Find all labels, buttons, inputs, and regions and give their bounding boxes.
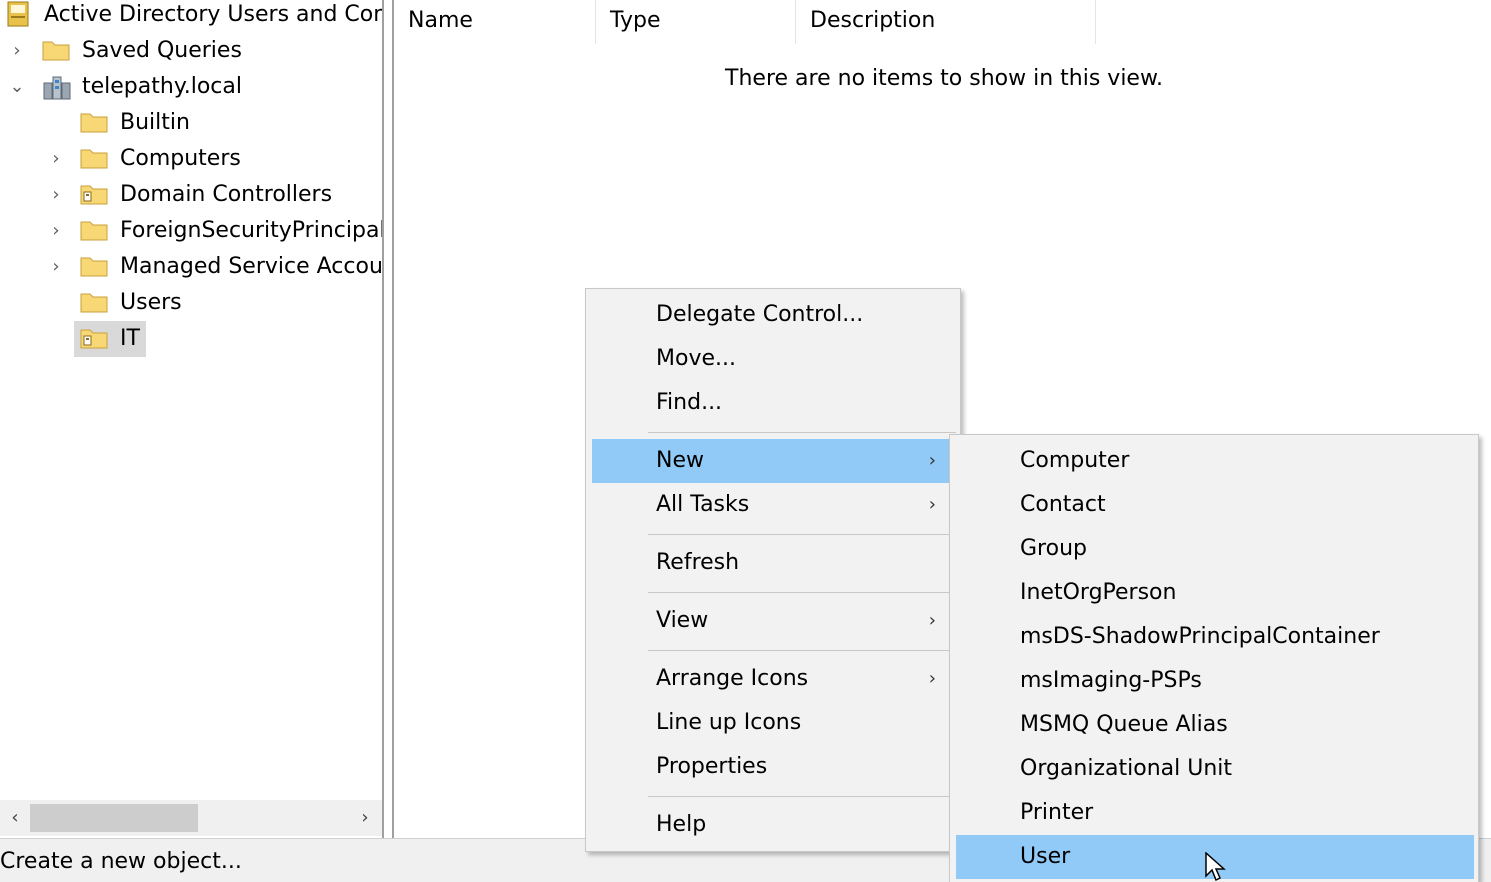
tree-item-users[interactable]: Users xyxy=(0,285,382,321)
tree-item-label: Managed Service Accour xyxy=(120,254,384,279)
submenu-item-msmq-queue-alias[interactable]: MSMQ Queue Alias xyxy=(950,703,1478,747)
menu-item-label: Properties xyxy=(656,754,768,779)
menu-separator xyxy=(648,432,956,433)
menu-item-properties[interactable]: Properties xyxy=(586,745,960,789)
menu-item-label: Group xyxy=(1020,536,1087,561)
tree-item-builtin[interactable]: Builtin xyxy=(0,105,382,141)
tree-item-foreign-security-principals[interactable]: › ForeignSecurityPrincipals xyxy=(0,213,382,249)
folder-icon xyxy=(80,293,108,313)
chevron-right-icon[interactable]: › xyxy=(45,249,67,285)
folder-icon xyxy=(80,113,108,133)
tree-root[interactable]: Active Directory Users and Com xyxy=(0,0,382,33)
ou-folder-icon xyxy=(80,185,108,205)
tree-item-label: ForeignSecurityPrincipals xyxy=(120,218,384,243)
menu-item-label: InetOrgPerson xyxy=(1020,580,1177,605)
column-header-description[interactable]: Description xyxy=(796,0,1096,44)
domain-icon xyxy=(43,76,71,100)
menu-item-arrange-icons[interactable]: Arrange Icons › xyxy=(592,657,950,701)
ou-folder-icon xyxy=(80,329,108,349)
submenu-item-msimaging-psps[interactable]: msImaging-PSPs xyxy=(950,659,1478,703)
tree-item-managed-service-accounts[interactable]: › Managed Service Accour xyxy=(0,249,382,285)
folder-icon xyxy=(80,149,108,169)
menu-item-label: User xyxy=(1020,844,1071,869)
menu-item-label: Delegate Control... xyxy=(656,302,864,327)
submenu-item-group[interactable]: Group xyxy=(950,527,1478,571)
tree-item-it[interactable]: IT xyxy=(0,321,382,357)
tree-item-saved-queries[interactable]: › Saved Queries xyxy=(0,33,382,69)
column-header-name[interactable]: Name xyxy=(394,0,596,44)
tree-item-label: telepathy.local xyxy=(82,74,242,99)
tree-item-label: IT xyxy=(120,326,140,351)
menu-item-label: Line up Icons xyxy=(656,710,802,735)
chevron-right-icon[interactable]: › xyxy=(45,141,67,177)
submenu-arrow-icon: › xyxy=(928,668,936,689)
menu-item-label: Arrange Icons xyxy=(656,666,809,691)
menu-item-label: Find... xyxy=(656,390,723,415)
menu-item-move[interactable]: Move... xyxy=(586,337,960,381)
tree-root-label: Active Directory Users and Com xyxy=(44,2,384,27)
menu-item-label: View xyxy=(656,608,709,633)
tree-horizontal-scrollbar[interactable]: ‹ › xyxy=(0,800,382,836)
submenu-item-computer[interactable]: Computer xyxy=(950,439,1478,483)
menu-item-label: Computer xyxy=(1020,448,1130,473)
submenu-arrow-icon: › xyxy=(928,450,936,471)
menu-item-label: Help xyxy=(656,812,707,837)
menu-item-label: All Tasks xyxy=(656,492,750,517)
submenu-arrow-icon: › xyxy=(928,610,936,631)
submenu-arrow-icon: › xyxy=(928,494,936,515)
menu-item-label: Organizational Unit xyxy=(1020,756,1233,781)
new-submenu: Computer Contact Group InetOrgPerson msD… xyxy=(949,434,1479,882)
menu-item-line-up-icons[interactable]: Line up Icons xyxy=(586,701,960,745)
context-menu: Delegate Control... Move... Find... New … xyxy=(585,288,961,852)
menu-item-view[interactable]: View › xyxy=(592,599,950,643)
empty-view-message: There are no items to show in this view. xyxy=(725,66,1163,91)
tree-item-label: Domain Controllers xyxy=(120,182,333,207)
folder-icon xyxy=(80,257,108,277)
tree-item-domain-controllers[interactable]: › Domain Controllers xyxy=(0,177,382,213)
menu-item-find[interactable]: Find... xyxy=(586,381,960,425)
chevron-down-icon[interactable]: ⌄ xyxy=(6,69,28,105)
menu-item-label: New xyxy=(656,448,704,473)
tree-item-computers[interactable]: › Computers xyxy=(0,141,382,177)
folder-icon xyxy=(80,221,108,241)
submenu-item-inetorgperson[interactable]: InetOrgPerson xyxy=(950,571,1478,615)
menu-item-label: Move... xyxy=(656,346,736,371)
folder-icon xyxy=(42,41,70,61)
tree-item-label: Saved Queries xyxy=(82,38,242,63)
menu-separator xyxy=(648,534,956,535)
scrollbar-thumb[interactable] xyxy=(30,804,198,832)
column-header-type[interactable]: Type xyxy=(596,0,796,44)
chevron-right-icon[interactable]: › xyxy=(45,213,67,249)
submenu-item-contact[interactable]: Contact xyxy=(950,483,1478,527)
mouse-pointer-icon xyxy=(1205,852,1226,882)
chevron-right-icon[interactable]: › xyxy=(45,177,67,213)
menu-separator xyxy=(648,796,956,797)
menu-item-label: MSMQ Queue Alias xyxy=(1020,712,1228,737)
menu-item-label: Refresh xyxy=(656,550,740,575)
tree-item-label: Computers xyxy=(120,146,241,171)
tree-item-label: Users xyxy=(120,290,182,315)
chevron-right-icon[interactable]: › xyxy=(6,33,28,69)
menu-item-help[interactable]: Help xyxy=(586,803,960,847)
menu-separator xyxy=(648,592,956,593)
menu-item-label: Contact xyxy=(1020,492,1106,517)
ad-console-icon xyxy=(7,1,29,27)
menu-item-label: Printer xyxy=(1020,800,1094,825)
submenu-item-printer[interactable]: Printer xyxy=(950,791,1478,835)
menu-item-refresh[interactable]: Refresh xyxy=(586,541,960,585)
submenu-item-msds-shadow-principal-container[interactable]: msDS-ShadowPrincipalContainer xyxy=(950,615,1478,659)
menu-item-all-tasks[interactable]: All Tasks › xyxy=(592,483,950,527)
menu-item-label: msImaging-PSPs xyxy=(1020,668,1202,693)
submenu-item-organizational-unit[interactable]: Organizational Unit xyxy=(950,747,1478,791)
tree-item-label: Builtin xyxy=(120,110,190,135)
scroll-left-icon[interactable]: ‹ xyxy=(0,800,30,836)
status-text: Create a new object... xyxy=(0,849,242,874)
menu-item-delegate-control[interactable]: Delegate Control... xyxy=(586,293,960,337)
menu-item-label: msDS-ShadowPrincipalContainer xyxy=(1020,624,1380,649)
scroll-right-icon[interactable]: › xyxy=(350,800,380,836)
console-tree: Active Directory Users and Com › Saved Q… xyxy=(0,0,384,838)
menu-item-new[interactable]: New › xyxy=(592,439,950,483)
tree-item-domain[interactable]: ⌄ telepathy.local xyxy=(0,69,382,105)
menu-separator xyxy=(648,650,956,651)
